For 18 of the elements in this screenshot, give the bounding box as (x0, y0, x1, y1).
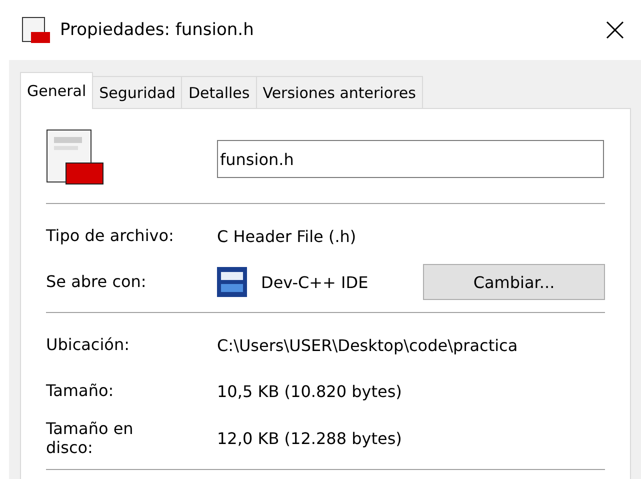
property-label: Se abre con: (46, 272, 148, 292)
tab[interactable]: General (20, 72, 94, 109)
app-icon (217, 267, 247, 297)
property-value: 12,0 KB (12.288 bytes) (217, 428, 402, 448)
property-value: C Header File (.h) (217, 226, 356, 246)
property-label: Tamaño: (46, 381, 115, 401)
file-icon (46, 129, 104, 185)
property-value: C:\Users\USER\Desktop\code\practica (217, 336, 518, 354)
property-value: Dev-C++ IDE (261, 272, 370, 292)
change-button[interactable]: Cambiar... (423, 264, 605, 300)
file-icon (22, 17, 50, 43)
tab[interactable]: Versiones anteriores (256, 76, 423, 108)
property-value: 10,5 KB (10.820 bytes) (217, 382, 402, 400)
window-title: Propiedades: funsion.h (60, 20, 255, 40)
property-label: Ubicación: (46, 335, 130, 355)
file-name-field[interactable]: funsion.h (217, 140, 604, 178)
property-label: Tamaño en disco: (46, 419, 134, 458)
property-label: Tipo de archivo: (46, 226, 175, 246)
